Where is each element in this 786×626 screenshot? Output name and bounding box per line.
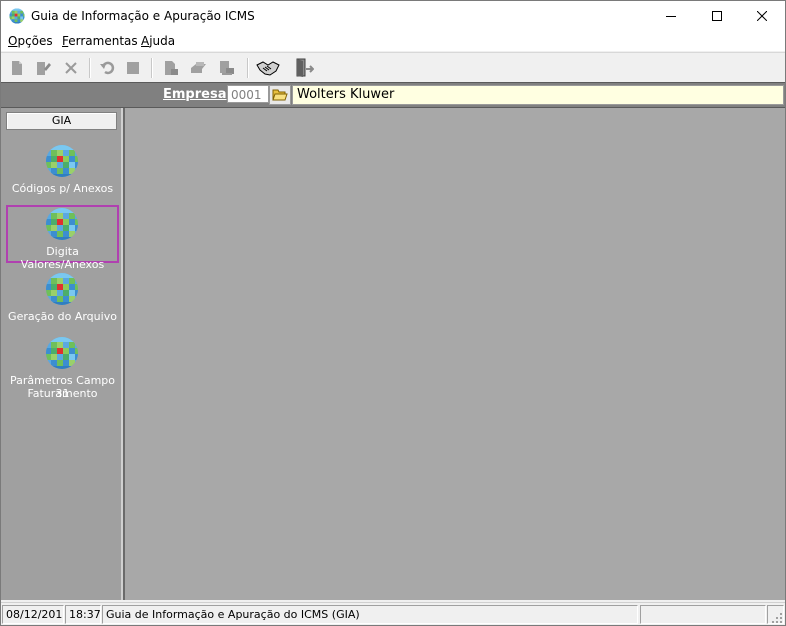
menu-ajuda-label: juda — [149, 34, 176, 48]
company-name-field[interactable]: Wolters Kluwer — [292, 85, 784, 105]
folder-open-icon — [272, 89, 288, 101]
maximize-button[interactable] — [694, 1, 740, 31]
new-icon — [12, 61, 22, 75]
status-date: 08/12/2018 — [2, 605, 64, 624]
resize-grip-icon[interactable] — [769, 610, 783, 624]
delete-button[interactable] — [61, 58, 81, 78]
app-window: Guia de Informação e Apuração ICMS Opçõe… — [0, 0, 786, 626]
sidebar-item-label-line2: Faturamento — [27, 387, 98, 400]
stop-button[interactable] — [123, 58, 143, 78]
handshake-button[interactable] — [256, 58, 280, 78]
title-bar[interactable]: Guia de Informação e Apuração ICMS — [1, 1, 785, 31]
wk-globe-icon — [46, 273, 78, 305]
status-time: 18:37 — [65, 605, 101, 624]
edit-button[interactable] — [33, 58, 53, 78]
exit-button[interactable] — [293, 58, 315, 78]
toolbar — [1, 52, 785, 83]
print-button[interactable] — [189, 58, 209, 78]
app-icon — [9, 8, 25, 24]
print-setup-icon — [220, 61, 234, 75]
maximize-icon — [712, 11, 722, 21]
status-panel-4 — [640, 605, 766, 624]
stop-icon — [127, 62, 139, 74]
status-bar: 08/12/2018 18:37 Guia de Informação e Ap… — [1, 602, 785, 625]
print-setup-button[interactable] — [217, 58, 237, 78]
company-code-field[interactable]: 0001 — [227, 85, 269, 103]
report-button[interactable] — [161, 58, 181, 78]
company-label: Empresa — [163, 87, 227, 102]
status-message: Guia de Informação e Apuração do ICMS (G… — [102, 605, 638, 624]
minimize-icon — [666, 16, 676, 17]
menu-opcoes[interactable]: Opções — [8, 34, 53, 48]
sidebar-group-gia[interactable]: GIA — [6, 112, 117, 130]
sidebar-item-parametros-campo-31[interactable]: Parâmetros Campo 31 Faturamento — [6, 334, 119, 404]
menu-ferramentas[interactable]: Ferramentas — [62, 34, 138, 48]
company-browse-button[interactable] — [269, 85, 291, 105]
sidebar-item-label: Códigos p/ Anexos — [11, 182, 114, 195]
wk-globe-icon — [46, 145, 78, 177]
delete-icon — [65, 62, 77, 74]
wk-globe-icon — [46, 337, 78, 369]
exit-door-icon — [296, 58, 314, 77]
print-icon — [191, 62, 206, 73]
menu-ajuda-mnemonic: A — [141, 34, 150, 48]
sidebar-item-codigos-anexos[interactable]: Códigos p/ Anexos — [6, 142, 119, 200]
sidebar-item-label: Geração do Arquivo — [8, 310, 117, 323]
new-button[interactable] — [7, 58, 27, 78]
menu-opcoes-label: pções — [17, 34, 53, 48]
sidebar-item-digita-valores[interactable]: Digita Valores/Anexos — [6, 205, 119, 271]
toolbar-separator — [151, 58, 153, 78]
menu-ferramentas-label: erramentas — [68, 34, 138, 48]
menu-ajuda[interactable]: Ajuda — [141, 34, 175, 48]
report-icon — [165, 61, 178, 75]
handshake-icon — [256, 61, 280, 76]
toolbar-separator — [89, 58, 91, 78]
undo-icon — [100, 61, 115, 75]
edit-icon — [37, 62, 51, 75]
minimize-button[interactable] — [648, 1, 694, 31]
sidebar: GIA Códigos p/ Anexos Digita Valores/Ane… — [1, 108, 123, 600]
window-title: Guia de Informação e Apuração ICMS — [31, 9, 255, 23]
sidebar-item-label: Digita Valores/Anexos — [20, 245, 105, 271]
company-bar: Empresa 0001 Wolters Kluwer — [1, 82, 785, 108]
menu-bar: Opções Ferramentas Ajuda — [1, 31, 785, 51]
sidebar-item-geracao-arquivo[interactable]: Geração do Arquivo — [6, 270, 119, 328]
undo-button[interactable] — [97, 58, 117, 78]
close-button[interactable] — [739, 1, 785, 31]
main-workspace — [123, 108, 785, 600]
close-icon — [757, 11, 767, 21]
toolbar-separator — [247, 58, 249, 78]
wk-globe-icon — [46, 208, 78, 240]
